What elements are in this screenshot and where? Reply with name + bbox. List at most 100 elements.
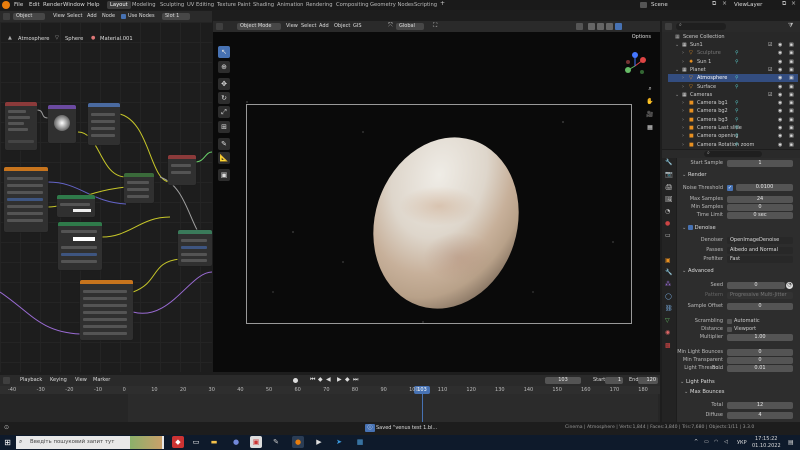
- node-menu-node[interactable]: Node: [99, 13, 118, 20]
- record-button[interactable]: [293, 378, 298, 383]
- close-scene-icon[interactable]: ×: [722, 1, 727, 7]
- data-tab-icon[interactable]: ▽: [665, 318, 670, 324]
- visibility-eye-icon[interactable]: ◉: [778, 132, 782, 140]
- clock-time[interactable]: 17:15:22: [755, 436, 777, 442]
- render-camera-icon[interactable]: ▣: [789, 83, 794, 91]
- render-tab-icon[interactable]: 📷: [665, 172, 673, 178]
- jump-start-icon[interactable]: ⏮: [310, 377, 315, 383]
- visibility-eye-icon[interactable]: ◉: [778, 74, 782, 82]
- expand-chevron-icon[interactable]: ›: [682, 124, 684, 132]
- render-camera-icon[interactable]: ▣: [789, 41, 794, 49]
- max-bounces-section[interactable]: ⌄ Max Bounces: [684, 388, 724, 397]
- outliner-row[interactable]: › ▽ Sculpture ⚲ ◉ ▣: [668, 49, 798, 57]
- tool-add-cube[interactable]: ▣: [218, 169, 230, 181]
- tool-move[interactable]: ✥: [218, 78, 230, 90]
- constraints-tab-icon[interactable]: ⛓: [665, 306, 673, 312]
- node-color-ramp-b[interactable]: [58, 222, 102, 270]
- render-camera-icon[interactable]: ▣: [789, 124, 794, 132]
- denoise-checkbox[interactable]: [688, 225, 693, 230]
- node-mapping[interactable]: [88, 103, 120, 145]
- tool-annotate[interactable]: ✎: [218, 138, 230, 150]
- tool-scale[interactable]: ⤢: [218, 106, 230, 118]
- tab-rendering[interactable]: Rendering: [303, 1, 336, 9]
- node-principled-volume[interactable]: [178, 230, 212, 266]
- expand-chevron-icon[interactable]: ›: [682, 83, 684, 91]
- jump-key-back-icon[interactable]: ◆: [318, 377, 323, 383]
- sample-offset-field[interactable]: 0: [727, 303, 793, 310]
- add-workspace-icon[interactable]: +: [440, 1, 445, 7]
- navigation-gizmo[interactable]: [622, 52, 648, 80]
- visibility-eye-icon[interactable]: ◉: [778, 99, 782, 107]
- tasks-app-icon[interactable]: ▣: [250, 436, 262, 448]
- scrambling-viewport-checkbox[interactable]: [727, 327, 732, 332]
- outliner-row[interactable]: › ■ Camera bg3 ⚲ ◉ ▣: [668, 116, 798, 124]
- xray-toggle[interactable]: [576, 23, 583, 30]
- jump-end-icon[interactable]: ⏭: [353, 377, 358, 383]
- node-texture-coordinate[interactable]: [5, 102, 37, 150]
- shading-wireframe[interactable]: [588, 23, 595, 30]
- visibility-eye-icon[interactable]: ◉: [778, 66, 782, 74]
- outliner-row[interactable]: › ▽ Surface ⚲ ◉ ▣: [668, 83, 798, 91]
- object-tab-icon[interactable]: ▣: [665, 258, 671, 264]
- visibility-eye-icon[interactable]: ◉: [778, 116, 782, 124]
- close-view-layer-icon[interactable]: ×: [791, 1, 796, 7]
- node-volume-output[interactable]: [168, 155, 196, 185]
- outliner-row[interactable]: ⌄ ▦ Cameras ☑ ◉ ▣: [668, 91, 798, 99]
- modifier-tab-icon[interactable]: 🔧: [665, 270, 672, 276]
- outliner-row[interactable]: › ■ Camera Rotation zoom ⚲ ◉ ▣: [668, 141, 798, 149]
- telegram-icon[interactable]: ➤: [333, 436, 345, 448]
- tab-geometry-nodes[interactable]: Geometry Nodes: [367, 1, 417, 9]
- volume-icon[interactable]: ◁: [724, 440, 728, 445]
- render-camera-icon[interactable]: ▣: [789, 49, 794, 57]
- windows-start-icon[interactable]: ⊞: [3, 438, 12, 447]
- render-camera-icon[interactable]: ▣: [789, 116, 794, 124]
- render-camera-icon[interactable]: ▣: [789, 66, 794, 74]
- tray-chevron-icon[interactable]: ^: [694, 440, 698, 445]
- tab-uv-editing[interactable]: UV Editing: [184, 1, 217, 9]
- menu-file[interactable]: File: [14, 0, 23, 10]
- expand-chevron-icon[interactable]: ›: [682, 132, 684, 140]
- tab-modeling[interactable]: Modeling: [129, 1, 159, 9]
- render-camera-icon[interactable]: ▣: [789, 132, 794, 140]
- world-tab-icon[interactable]: ●: [665, 221, 670, 227]
- outliner-row[interactable]: › ■ Camera bg1 ⚲ ◉ ▣: [668, 99, 798, 107]
- play-icon[interactable]: ▶: [337, 377, 342, 383]
- visibility-eye-icon[interactable]: ◉: [778, 41, 782, 49]
- render-camera-icon[interactable]: ▣: [789, 58, 794, 66]
- zoom-icon[interactable]: ⌕: [645, 84, 655, 94]
- tool-select-box[interactable]: ↖: [218, 46, 230, 58]
- file-explorer-icon[interactable]: ▬: [208, 436, 220, 448]
- multiplier-field[interactable]: 1.00: [727, 334, 793, 341]
- media-app-icon[interactable]: ▶: [313, 436, 325, 448]
- advanced-section[interactable]: ⌄ Advanced: [682, 267, 714, 276]
- animate-seed-icon[interactable]: ◔: [786, 282, 793, 289]
- expand-chevron-icon[interactable]: ›: [682, 107, 684, 115]
- end-frame-field[interactable]: 120: [638, 377, 658, 384]
- exclude-checkbox[interactable]: ☑: [768, 91, 772, 99]
- transform-orientation-icon[interactable]: ⤧: [388, 23, 393, 29]
- visibility-eye-icon[interactable]: ◉: [778, 91, 782, 99]
- clock-date[interactable]: 01.10.2022: [752, 443, 781, 449]
- passes-dropdown[interactable]: Albedo and Normal: [727, 247, 793, 254]
- object-mode-select[interactable]: Object: [13, 13, 45, 20]
- noise-threshold-field[interactable]: 0.0100: [736, 184, 793, 191]
- timeline-menu-marker[interactable]: Marker: [90, 377, 113, 384]
- viewport-menu-gis[interactable]: GIS: [350, 23, 365, 30]
- object-mode-dropdown[interactable]: Object Mode: [237, 23, 281, 30]
- menu-render[interactable]: Render: [43, 0, 63, 10]
- start-sample-field[interactable]: 1: [727, 160, 793, 167]
- render-camera-icon[interactable]: ▣: [789, 74, 794, 82]
- orientation-dropdown[interactable]: Global: [396, 23, 424, 30]
- outliner-row[interactable]: ⌄ ▦ Planet ☑ ◉ ▣: [668, 66, 798, 74]
- min-samples-field[interactable]: 0: [727, 204, 793, 211]
- visibility-eye-icon[interactable]: ◉: [778, 49, 782, 57]
- denoiser-dropdown[interactable]: OpenImageDenoise: [727, 237, 793, 244]
- tab-layout[interactable]: Layout: [107, 1, 131, 9]
- outliner-row[interactable]: ⌄ ▦ Sun1 ☑ ◉ ▣: [668, 41, 798, 49]
- node-menu-select[interactable]: Select: [64, 13, 85, 20]
- tab-animation[interactable]: Animation: [274, 1, 306, 9]
- new-view-layer-icon[interactable]: ⧉: [782, 1, 786, 7]
- scene-collection-row[interactable]: ▦ Scene Collection: [668, 33, 798, 41]
- play-reverse-icon[interactable]: ◀: [326, 377, 331, 383]
- wifi-icon[interactable]: ◠: [714, 440, 718, 445]
